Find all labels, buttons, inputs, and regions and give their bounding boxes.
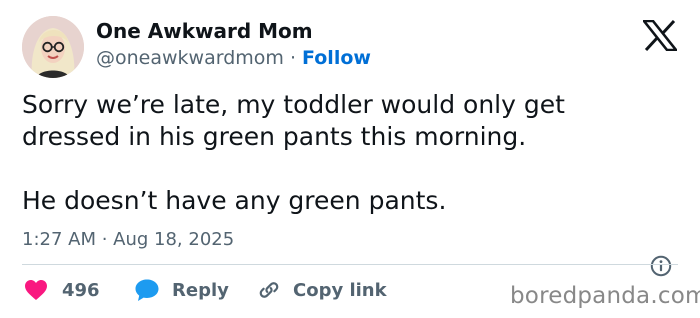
tweet-line: Sorry we’re late, my toddler would only … xyxy=(22,90,565,119)
tweet-timestamp[interactable]: 1:27 AM · Aug 18, 2025 xyxy=(22,229,234,250)
info-icon[interactable] xyxy=(650,255,672,277)
handle-separator: · xyxy=(289,47,296,69)
watermark: boredpanda.com xyxy=(510,283,700,309)
author-handle-row: @oneawkwardmom · Follow xyxy=(96,47,371,69)
reply-bubble-icon xyxy=(135,279,159,301)
copy-link-label: Copy link xyxy=(293,279,387,301)
follow-button[interactable]: Follow xyxy=(302,47,371,69)
avatar-image xyxy=(22,16,84,78)
tweet-line: He doesn’t have any green pants. xyxy=(22,186,447,215)
like-button[interactable]: 496 xyxy=(24,277,100,303)
x-logo-icon[interactable] xyxy=(643,20,677,51)
author-display-name[interactable]: One Awkward Mom xyxy=(96,19,313,43)
divider xyxy=(22,264,678,265)
copy-link-button[interactable]: Copy link xyxy=(257,277,387,303)
reply-label: Reply xyxy=(172,279,229,301)
avatar[interactable] xyxy=(22,16,84,78)
link-icon xyxy=(259,282,279,298)
like-count: 496 xyxy=(62,279,100,301)
author-handle[interactable]: @oneawkwardmom xyxy=(96,47,284,69)
reply-button[interactable]: Reply xyxy=(134,277,229,303)
tweet-line: dressed in his green pants this morning. xyxy=(22,122,527,151)
heart-icon xyxy=(25,280,47,300)
tweet-text: Sorry we’re late, my toddler would only … xyxy=(22,89,682,217)
